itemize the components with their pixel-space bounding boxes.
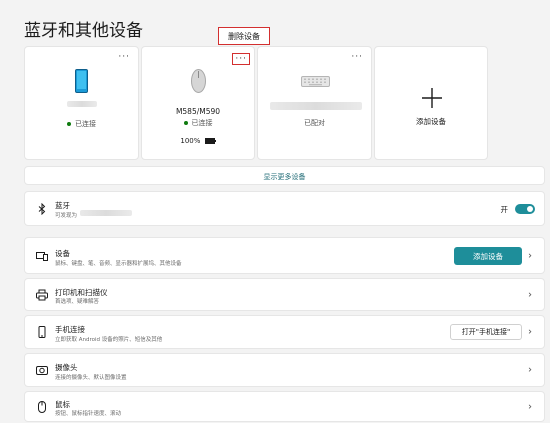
more-options-icon[interactable]: ··· — [232, 53, 250, 65]
bluetooth-icon — [38, 202, 46, 215]
add-device-card[interactable]: 添加设备 — [374, 46, 488, 160]
battery-level: 100% — [142, 137, 254, 145]
page-title: 蓝牙和其他设备 — [24, 21, 143, 41]
more-options-icon[interactable]: ··· — [351, 53, 363, 62]
device-name-hidden — [67, 101, 97, 107]
device-card-mouse[interactable]: ··· M585/M590 已连接 100% — [141, 46, 255, 160]
bluetooth-toggle-label: 开 — [500, 205, 509, 214]
add-device-button[interactable]: 添加设备 — [454, 247, 522, 265]
bluetooth-row: 蓝牙 可发现为 开 — [24, 191, 545, 226]
camera-row[interactable]: 摄像头 连接的摄像头、默认图像设置 › — [24, 353, 545, 387]
plus-icon — [422, 88, 442, 108]
camera-subtitle: 连接的摄像头、默认图像设置 — [55, 375, 127, 381]
battery-icon — [204, 138, 216, 144]
keyboard-icon — [301, 76, 330, 87]
open-phone-link-button[interactable]: 打开"手机连接" — [450, 324, 522, 340]
phone-link-subtitle: 立即获取 Android 设备的照片、短信及其他 — [55, 337, 163, 343]
mouse-subtitle: 按钮、鼠标指针速度、滚动 — [55, 411, 122, 417]
mouse-icon — [38, 400, 46, 413]
show-more-label: 显示更多设备 — [263, 173, 306, 181]
devices-row[interactable]: 设备 鼠标、键盘、笔、音频、显示器和扩展坞、其他设备 添加设备 › — [24, 237, 545, 274]
add-device-label: 添加设备 — [416, 117, 446, 126]
phone-link-row[interactable]: 手机连接 立即获取 Android 设备的照片、短信及其他 打开"手机连接" › — [24, 315, 545, 349]
printers-row[interactable]: 打印机和扫描仪 首选项、疑难解答 › — [24, 278, 545, 311]
device-name: M585/M590 — [175, 107, 221, 116]
chevron-right-icon: › — [528, 326, 532, 338]
chevron-right-icon: › — [528, 364, 532, 376]
device-name-hidden — [270, 102, 362, 110]
device-name-hidden — [80, 210, 132, 216]
camera-icon — [36, 366, 48, 375]
mouse-icon — [191, 69, 206, 93]
printers-subtitle: 首选项、疑难解答 — [55, 299, 100, 305]
devices-icon — [36, 251, 48, 261]
phone-icon — [38, 326, 46, 338]
devices-title: 设备 — [55, 249, 70, 258]
bluetooth-toggle[interactable] — [515, 204, 535, 214]
phone-icon — [75, 69, 88, 93]
printer-icon — [36, 289, 48, 300]
device-status: 已连接 — [142, 118, 254, 128]
devices-subtitle: 鼠标、键盘、笔、音频、显示器和扩展坞、其他设备 — [55, 261, 182, 267]
remove-device-tooltip[interactable]: 删除设备 — [218, 27, 270, 45]
phone-link-title: 手机连接 — [55, 325, 85, 334]
bluetooth-title: 蓝牙 — [55, 201, 70, 210]
camera-title: 摄像头 — [55, 363, 78, 372]
device-status: 已连接 — [25, 119, 138, 129]
chevron-right-icon: › — [528, 289, 532, 300]
mouse-row[interactable]: 鼠标 按钮、鼠标指针速度、滚动 › — [24, 391, 545, 422]
more-options-icon[interactable]: ··· — [118, 53, 130, 62]
device-card-keyboard[interactable]: ··· 已配对 — [257, 46, 372, 160]
chevron-right-icon: › — [528, 250, 532, 261]
chevron-right-icon: › — [528, 401, 532, 412]
device-card-phone[interactable]: ··· 已连接 — [24, 46, 139, 160]
bluetooth-subtitle: 可发现为 — [55, 213, 78, 219]
show-more-devices-button[interactable]: 显示更多设备 — [24, 166, 545, 185]
device-status: 已配对 — [304, 119, 325, 127]
